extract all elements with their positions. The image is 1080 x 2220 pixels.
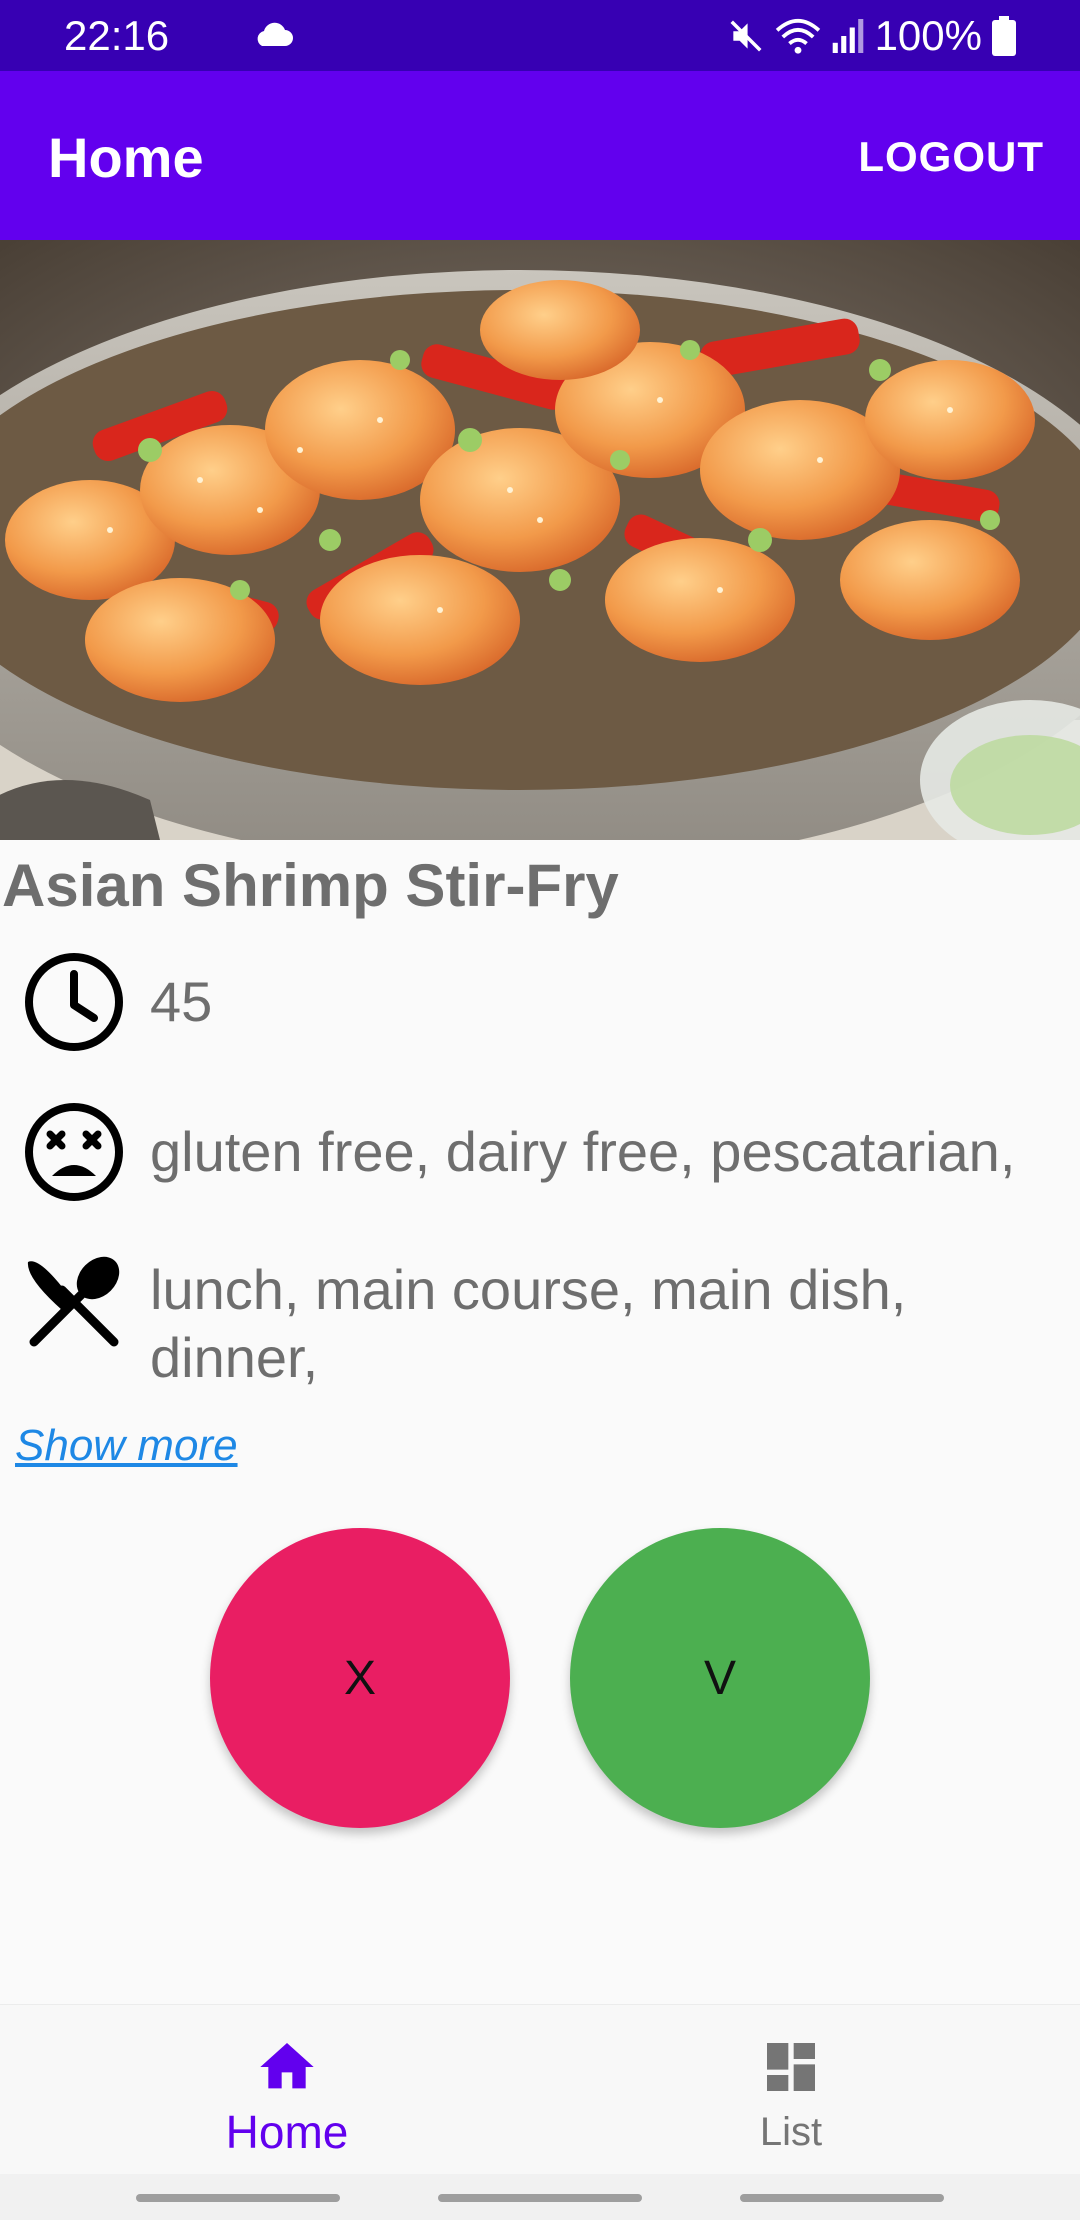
gesture-handle-right[interactable]: [740, 2194, 944, 2202]
bottom-navigation: Home List: [0, 2004, 1080, 2175]
gesture-handle-center[interactable]: [438, 2194, 642, 2202]
recipe-diets-row: gluten free, dairy free, pescatarian,: [22, 1100, 1070, 1204]
clock-icon: [25, 953, 123, 1051]
cloud-icon: [257, 22, 293, 46]
recipe-time-row: 45: [22, 950, 1070, 1054]
status-bar: 22:16 100%: [0, 0, 1080, 71]
home-icon: [260, 2043, 314, 2089]
page-title: Home: [48, 126, 204, 189]
app-bar: Home LOGOUT: [0, 71, 1080, 240]
recipe-dish-types-row: lunch, main course, main dish, dinner,: [22, 1248, 1070, 1392]
show-more-link[interactable]: Show more: [15, 1420, 238, 1472]
recipe-diets: gluten free, dairy free, pescatarian,: [150, 1120, 1016, 1183]
logout-button[interactable]: LOGOUT: [858, 131, 1044, 183]
reject-button[interactable]: X: [210, 1528, 510, 1828]
status-time: 22:16: [64, 12, 170, 59]
dizzy-face-icon: [25, 1103, 123, 1201]
recipe-dish-types: lunch, main course, main dish, dinner,: [150, 1258, 907, 1389]
dashboard-icon: [767, 2043, 815, 2091]
nav-label-list: List: [759, 2110, 823, 2154]
battery-icon: [992, 16, 1016, 56]
recipe-time: 45: [150, 970, 213, 1033]
gesture-bar: [0, 2174, 1080, 2220]
nav-label-home: Home: [225, 2106, 349, 2158]
wifi-icon: [775, 18, 820, 54]
accept-button[interactable]: V: [570, 1528, 870, 1828]
nav-item-home[interactable]: Home: [137, 2005, 437, 2175]
recipe-title: Asian Shrimp Stir-Fry: [2, 852, 619, 919]
recipe-image: [0, 240, 1080, 840]
mute-icon: [730, 20, 762, 52]
signal-icon: [832, 19, 863, 53]
nav-item-list[interactable]: List: [641, 2005, 941, 2175]
utensils-icon: [27, 1256, 120, 1347]
gesture-handle-left[interactable]: [136, 2194, 340, 2202]
status-icons: 100%: [727, 12, 1016, 60]
battery-percentage: 100%: [874, 12, 982, 59]
